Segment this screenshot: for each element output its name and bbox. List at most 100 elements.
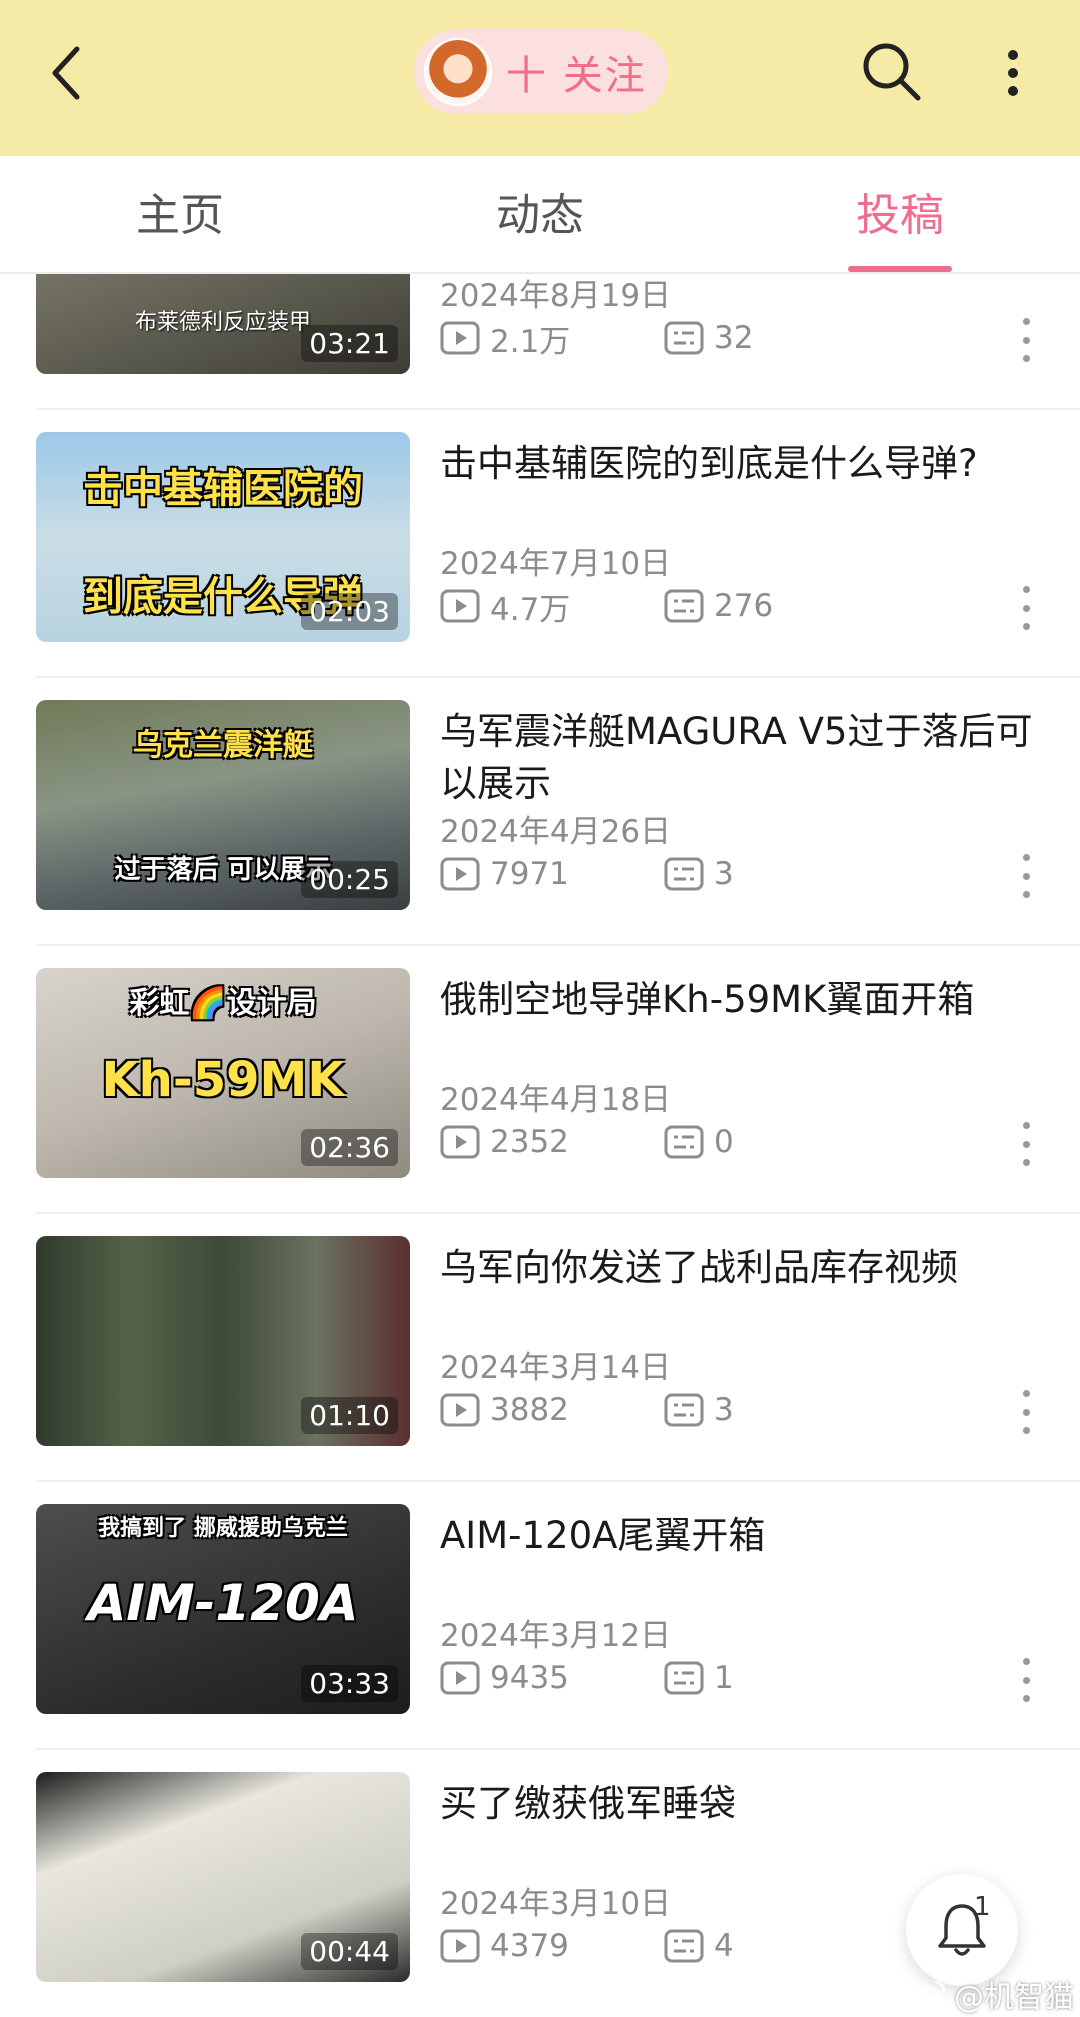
more-vertical-icon — [1008, 50, 1018, 96]
video-stats: 9435 1 — [440, 1658, 734, 1698]
video-stats: 4.7万 276 — [440, 586, 774, 628]
video-stats: 3882 3 — [440, 1390, 734, 1430]
avatar[interactable] — [424, 38, 492, 106]
view-count: 9435 — [490, 1660, 569, 1696]
tab-activity[interactable]: 动态 — [480, 186, 600, 246]
search-icon — [863, 43, 921, 101]
play-count-icon — [440, 1393, 480, 1427]
video-stats: 4379 4 — [440, 1926, 734, 1966]
tab-home[interactable]: 主页 — [120, 186, 240, 246]
danmaku-icon — [664, 1393, 704, 1427]
notification-badge: 1 — [974, 1892, 991, 1922]
video-thumbnail[interactable]: 击中基辅医院的 到底是什么导弹 02:03 — [36, 432, 410, 642]
video-duration: 01:10 — [301, 1397, 398, 1434]
video-duration: 02:03 — [301, 593, 398, 630]
video-date: 2024年4月18日 — [440, 1082, 672, 1118]
comment-count: 276 — [714, 588, 774, 624]
play-count-icon — [440, 1661, 480, 1695]
weibo-icon — [908, 1980, 946, 2010]
thumbnail-caption: 彩虹🌈设计局 — [129, 986, 317, 1021]
danmaku-icon — [664, 1661, 704, 1695]
thumbnail-subcaption: Kh-59MK — [101, 1052, 345, 1108]
more-button[interactable] — [990, 40, 1036, 106]
video-duration: 00:44 — [301, 1933, 398, 1970]
back-button[interactable] — [36, 40, 96, 106]
view-count: 3882 — [490, 1392, 569, 1428]
item-more-button[interactable] — [1016, 1116, 1036, 1172]
video-thumbnail[interactable]: 我搞到了 挪威援助乌克兰 AIM-120A 03:33 — [36, 1504, 410, 1714]
thumbnail-caption: 我搞到了 挪威援助乌克兰 — [98, 1516, 348, 1541]
comment-count: 1 — [714, 1660, 734, 1696]
video-date: 2024年7月10日 — [440, 546, 672, 582]
video-title[interactable]: AIM-120A尾翼开箱 — [440, 1510, 1040, 1562]
video-stats: 2.1万 32 — [440, 318, 754, 360]
item-more-button[interactable] — [1016, 1384, 1036, 1440]
video-title[interactable]: 击中基辅医院的到底是什么导弹? — [440, 438, 1040, 490]
play-count-icon — [440, 321, 480, 355]
video-title[interactable]: 乌军向你发送了战利品库存视频 — [440, 1242, 1040, 1294]
video-duration: 03:33 — [301, 1665, 398, 1702]
video-item[interactable]: 击中基辅医院的 到底是什么导弹 02:03 击中基辅医院的到底是什么导弹? 20… — [0, 410, 1080, 678]
chevron-left-icon — [52, 46, 80, 100]
item-more-button[interactable] — [1016, 312, 1036, 368]
video-date: 2024年3月10日 — [440, 1886, 672, 1922]
comment-count: 3 — [714, 1392, 734, 1428]
video-item[interactable]: 乌克兰震洋艇 过于落后 可以展示 00:25 乌军震洋艇MAGURA V5过于落… — [0, 678, 1080, 946]
video-item[interactable]: 我搞到了 挪威援助乌克兰 AIM-120A 03:33 AIM-120A尾翼开箱… — [0, 1482, 1080, 1750]
video-title[interactable]: 买了缴获俄军睡袋 — [440, 1778, 1040, 1830]
video-duration: 00:25 — [301, 861, 398, 898]
thumbnail-caption: 乌克兰震洋艇 — [133, 728, 313, 763]
watermark: @机智猫 — [908, 1972, 1074, 2016]
comment-count: 0 — [714, 1124, 734, 1160]
comment-count: 32 — [714, 320, 754, 356]
tab-submissions[interactable]: 投稿 — [840, 186, 960, 246]
tab-bar: 主页 动态 投稿 — [0, 156, 1080, 274]
play-count-icon — [440, 1929, 480, 1963]
view-count: 2352 — [490, 1124, 569, 1160]
video-date: 2024年8月19日 — [440, 278, 672, 314]
comment-count: 4 — [714, 1928, 734, 1964]
item-more-button[interactable] — [1016, 848, 1036, 904]
video-thumbnail[interactable]: 乌克兰震洋艇 过于落后 可以展示 00:25 — [36, 700, 410, 910]
video-duration: 02:36 — [301, 1129, 398, 1166]
video-date: 2024年3月12日 — [440, 1618, 672, 1654]
video-item[interactable]: 01:10 乌军向你发送了战利品库存视频 2024年3月14日 3882 3 — [0, 1214, 1080, 1482]
follow-button[interactable]: 十 关注 — [414, 30, 668, 114]
thumbnail-subcaption: AIM-120A — [87, 1574, 359, 1632]
top-bar: 十 关注 — [0, 0, 1080, 156]
video-title[interactable]: 俄制空地导弹Kh-59MK翼面开箱 — [440, 974, 1040, 1026]
item-more-button[interactable] — [1016, 580, 1036, 636]
item-more-button[interactable] — [1016, 1652, 1036, 1708]
search-button[interactable] — [856, 36, 926, 106]
video-thumbnail[interactable]: 布莱德利反应装甲 03:21 — [36, 274, 410, 374]
view-count: 7971 — [490, 856, 569, 892]
danmaku-icon — [664, 1929, 704, 1963]
danmaku-icon — [664, 321, 704, 355]
play-count-icon — [440, 1125, 480, 1159]
play-count-icon — [440, 589, 480, 623]
follow-label: 十 关注 — [506, 53, 647, 99]
video-stats: 7971 3 — [440, 854, 734, 894]
video-stats: 2352 0 — [440, 1122, 734, 1162]
thumbnail-caption: 击中基辅医院的 — [83, 466, 363, 512]
video-duration: 03:21 — [301, 325, 398, 362]
watermark-text: @机智猫 — [954, 1980, 1074, 2015]
view-count: 2.1万 — [490, 323, 571, 360]
notification-button[interactable]: 1 — [906, 1874, 1018, 1986]
video-date: 2024年3月14日 — [440, 1350, 672, 1386]
comment-count: 3 — [714, 856, 734, 892]
view-count: 4379 — [490, 1928, 569, 1964]
danmaku-icon — [664, 857, 704, 891]
danmaku-icon — [664, 1125, 704, 1159]
video-thumbnail[interactable]: 01:10 — [36, 1236, 410, 1446]
danmaku-icon — [664, 589, 704, 623]
video-date: 2024年4月26日 — [440, 814, 672, 850]
video-thumbnail[interactable]: 00:44 — [36, 1772, 410, 1982]
video-title[interactable]: 乌军震洋艇MAGURA V5过于落后可以展示 — [440, 706, 1040, 810]
play-count-icon — [440, 857, 480, 891]
video-item[interactable]: 彩虹🌈设计局 Kh-59MK 02:36 俄制空地导弹Kh-59MK翼面开箱 2… — [0, 946, 1080, 1214]
view-count: 4.7万 — [490, 591, 571, 628]
video-thumbnail[interactable]: 彩虹🌈设计局 Kh-59MK 02:36 — [36, 968, 410, 1178]
video-item[interactable]: 布莱德利反应装甲 03:21 2024年8月19日 2.1万 32 — [0, 274, 1080, 410]
video-list[interactable]: 布莱德利反应装甲 03:21 2024年8月19日 2.1万 32 击中基辅医院… — [0, 274, 1080, 2017]
